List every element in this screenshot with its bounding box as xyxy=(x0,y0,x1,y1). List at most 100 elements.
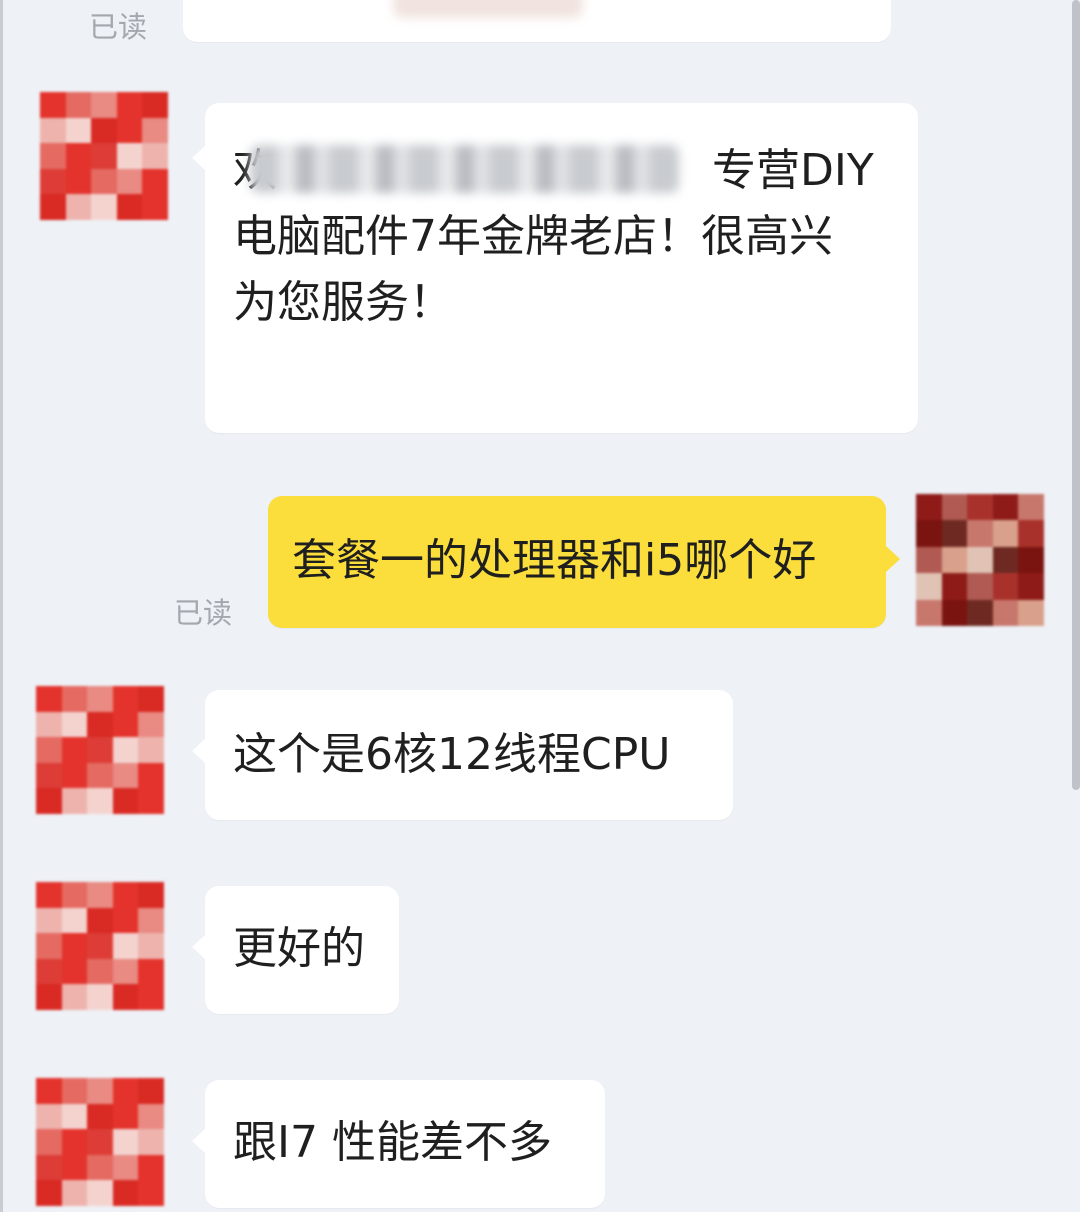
avatar-pixel xyxy=(87,1180,114,1206)
avatar-pixel xyxy=(87,984,114,1010)
avatar-pixel xyxy=(61,1078,89,1105)
avatar-pixel xyxy=(87,882,114,909)
shop-avatar[interactable] xyxy=(36,882,164,1010)
avatar-pixel xyxy=(61,1154,89,1182)
avatar-pixel xyxy=(40,117,67,145)
avatar-pixel xyxy=(65,143,93,170)
avatar-pixel xyxy=(87,737,114,764)
avatar-pixel xyxy=(142,143,168,170)
avatar-pixel xyxy=(941,599,969,626)
avatar-pixel xyxy=(112,984,140,1010)
avatar-pixel xyxy=(992,573,1020,601)
avatar-pixel xyxy=(61,907,89,935)
avatar-pixel xyxy=(40,168,67,196)
avatar-pixel xyxy=(916,546,943,575)
avatar-pixel xyxy=(112,1129,140,1156)
avatar-pixel xyxy=(36,882,63,909)
avatar-pixel xyxy=(967,494,994,522)
avatar-pixel xyxy=(36,933,63,960)
avatar-pixel xyxy=(40,194,67,220)
avatar-pixel xyxy=(941,573,969,601)
avatar-pixel xyxy=(61,737,89,764)
avatar-pixel xyxy=(1018,494,1044,522)
avatar-pixel xyxy=(61,762,89,790)
avatar-pixel xyxy=(1018,599,1044,626)
avatar-pixel xyxy=(36,984,63,1010)
read-receipt-question: 已读 xyxy=(174,596,233,630)
avatar-pixel xyxy=(112,1180,140,1206)
avatar-pixel xyxy=(138,933,164,960)
avatar-pixel xyxy=(116,92,144,119)
avatar-pixel xyxy=(992,546,1020,575)
avatar-pixel xyxy=(992,494,1020,522)
avatar-pixel xyxy=(36,907,63,935)
redacted-shop-name xyxy=(250,145,680,193)
previous-image-redaction xyxy=(393,0,583,18)
avatar-pixel xyxy=(138,984,164,1010)
avatar-pixel xyxy=(91,117,118,145)
avatar-pixel xyxy=(65,92,93,119)
avatar-pixel xyxy=(61,1129,89,1156)
avatar-pixel xyxy=(138,1154,164,1182)
avatar-pixel xyxy=(112,737,140,764)
avatar-pixel xyxy=(91,92,118,119)
avatar-pixel xyxy=(941,546,969,575)
avatar-pixel xyxy=(36,1078,63,1105)
avatar-pixel xyxy=(40,143,67,170)
avatar-pixel xyxy=(61,1180,89,1206)
avatar-pixel xyxy=(61,958,89,986)
user-avatar[interactable] xyxy=(916,494,1044,626)
welcome-text-line-3: 为您服务！ xyxy=(233,277,453,328)
previous-message-bubble[interactable] xyxy=(183,0,891,42)
avatar-pixel xyxy=(138,711,164,739)
window-left-border xyxy=(0,0,3,1212)
avatar-pixel xyxy=(87,762,114,790)
avatar-pixel xyxy=(36,1154,63,1182)
avatar-pixel xyxy=(36,1180,63,1206)
shop-avatar[interactable] xyxy=(36,1078,164,1206)
avatar-pixel xyxy=(967,546,994,575)
avatar-pixel xyxy=(112,711,140,739)
avatar-pixel xyxy=(112,686,140,713)
avatar-pixel xyxy=(91,168,118,196)
avatar-pixel xyxy=(138,737,164,764)
avatar-pixel xyxy=(87,1129,114,1156)
avatar-pixel xyxy=(36,1103,63,1131)
avatar-pixel xyxy=(87,686,114,713)
avatar-pixel xyxy=(967,520,994,548)
avatar-pixel xyxy=(142,194,168,220)
avatar-pixel xyxy=(138,686,164,713)
avatar-pixel xyxy=(61,711,89,739)
avatar-pixel xyxy=(138,882,164,909)
avatar-pixel xyxy=(992,599,1020,626)
avatar-pixel xyxy=(36,737,63,764)
avatar-pixel xyxy=(61,984,89,1010)
avatar-pixel xyxy=(916,599,943,626)
shop-avatar[interactable] xyxy=(40,92,168,220)
avatar-pixel xyxy=(65,168,93,196)
question-text: 套餐一的处理器和i5哪个好 xyxy=(292,535,817,586)
scrollbar[interactable] xyxy=(1072,0,1080,790)
avatar-pixel xyxy=(142,92,168,119)
avatar-pixel xyxy=(116,194,144,220)
i7-text: 跟I7 性能差不多 xyxy=(233,1117,552,1168)
avatar-pixel xyxy=(87,958,114,986)
avatar-pixel xyxy=(112,958,140,986)
avatar-pixel xyxy=(87,907,114,935)
avatar-pixel xyxy=(916,494,943,522)
avatar-pixel xyxy=(138,1129,164,1156)
avatar-pixel xyxy=(138,1078,164,1105)
avatar-pixel xyxy=(87,788,114,814)
avatar-pixel xyxy=(112,882,140,909)
cpu-text: 这个是6核12线程CPU xyxy=(233,729,671,780)
avatar-pixel xyxy=(36,788,63,814)
avatar-pixel xyxy=(112,1154,140,1182)
shop-avatar[interactable] xyxy=(36,686,164,814)
avatar-pixel xyxy=(36,762,63,790)
avatar-pixel xyxy=(1018,546,1044,575)
avatar-pixel xyxy=(142,168,168,196)
avatar-pixel xyxy=(138,907,164,935)
avatar-pixel xyxy=(87,933,114,960)
avatar-pixel xyxy=(65,117,93,145)
avatar-pixel xyxy=(61,933,89,960)
